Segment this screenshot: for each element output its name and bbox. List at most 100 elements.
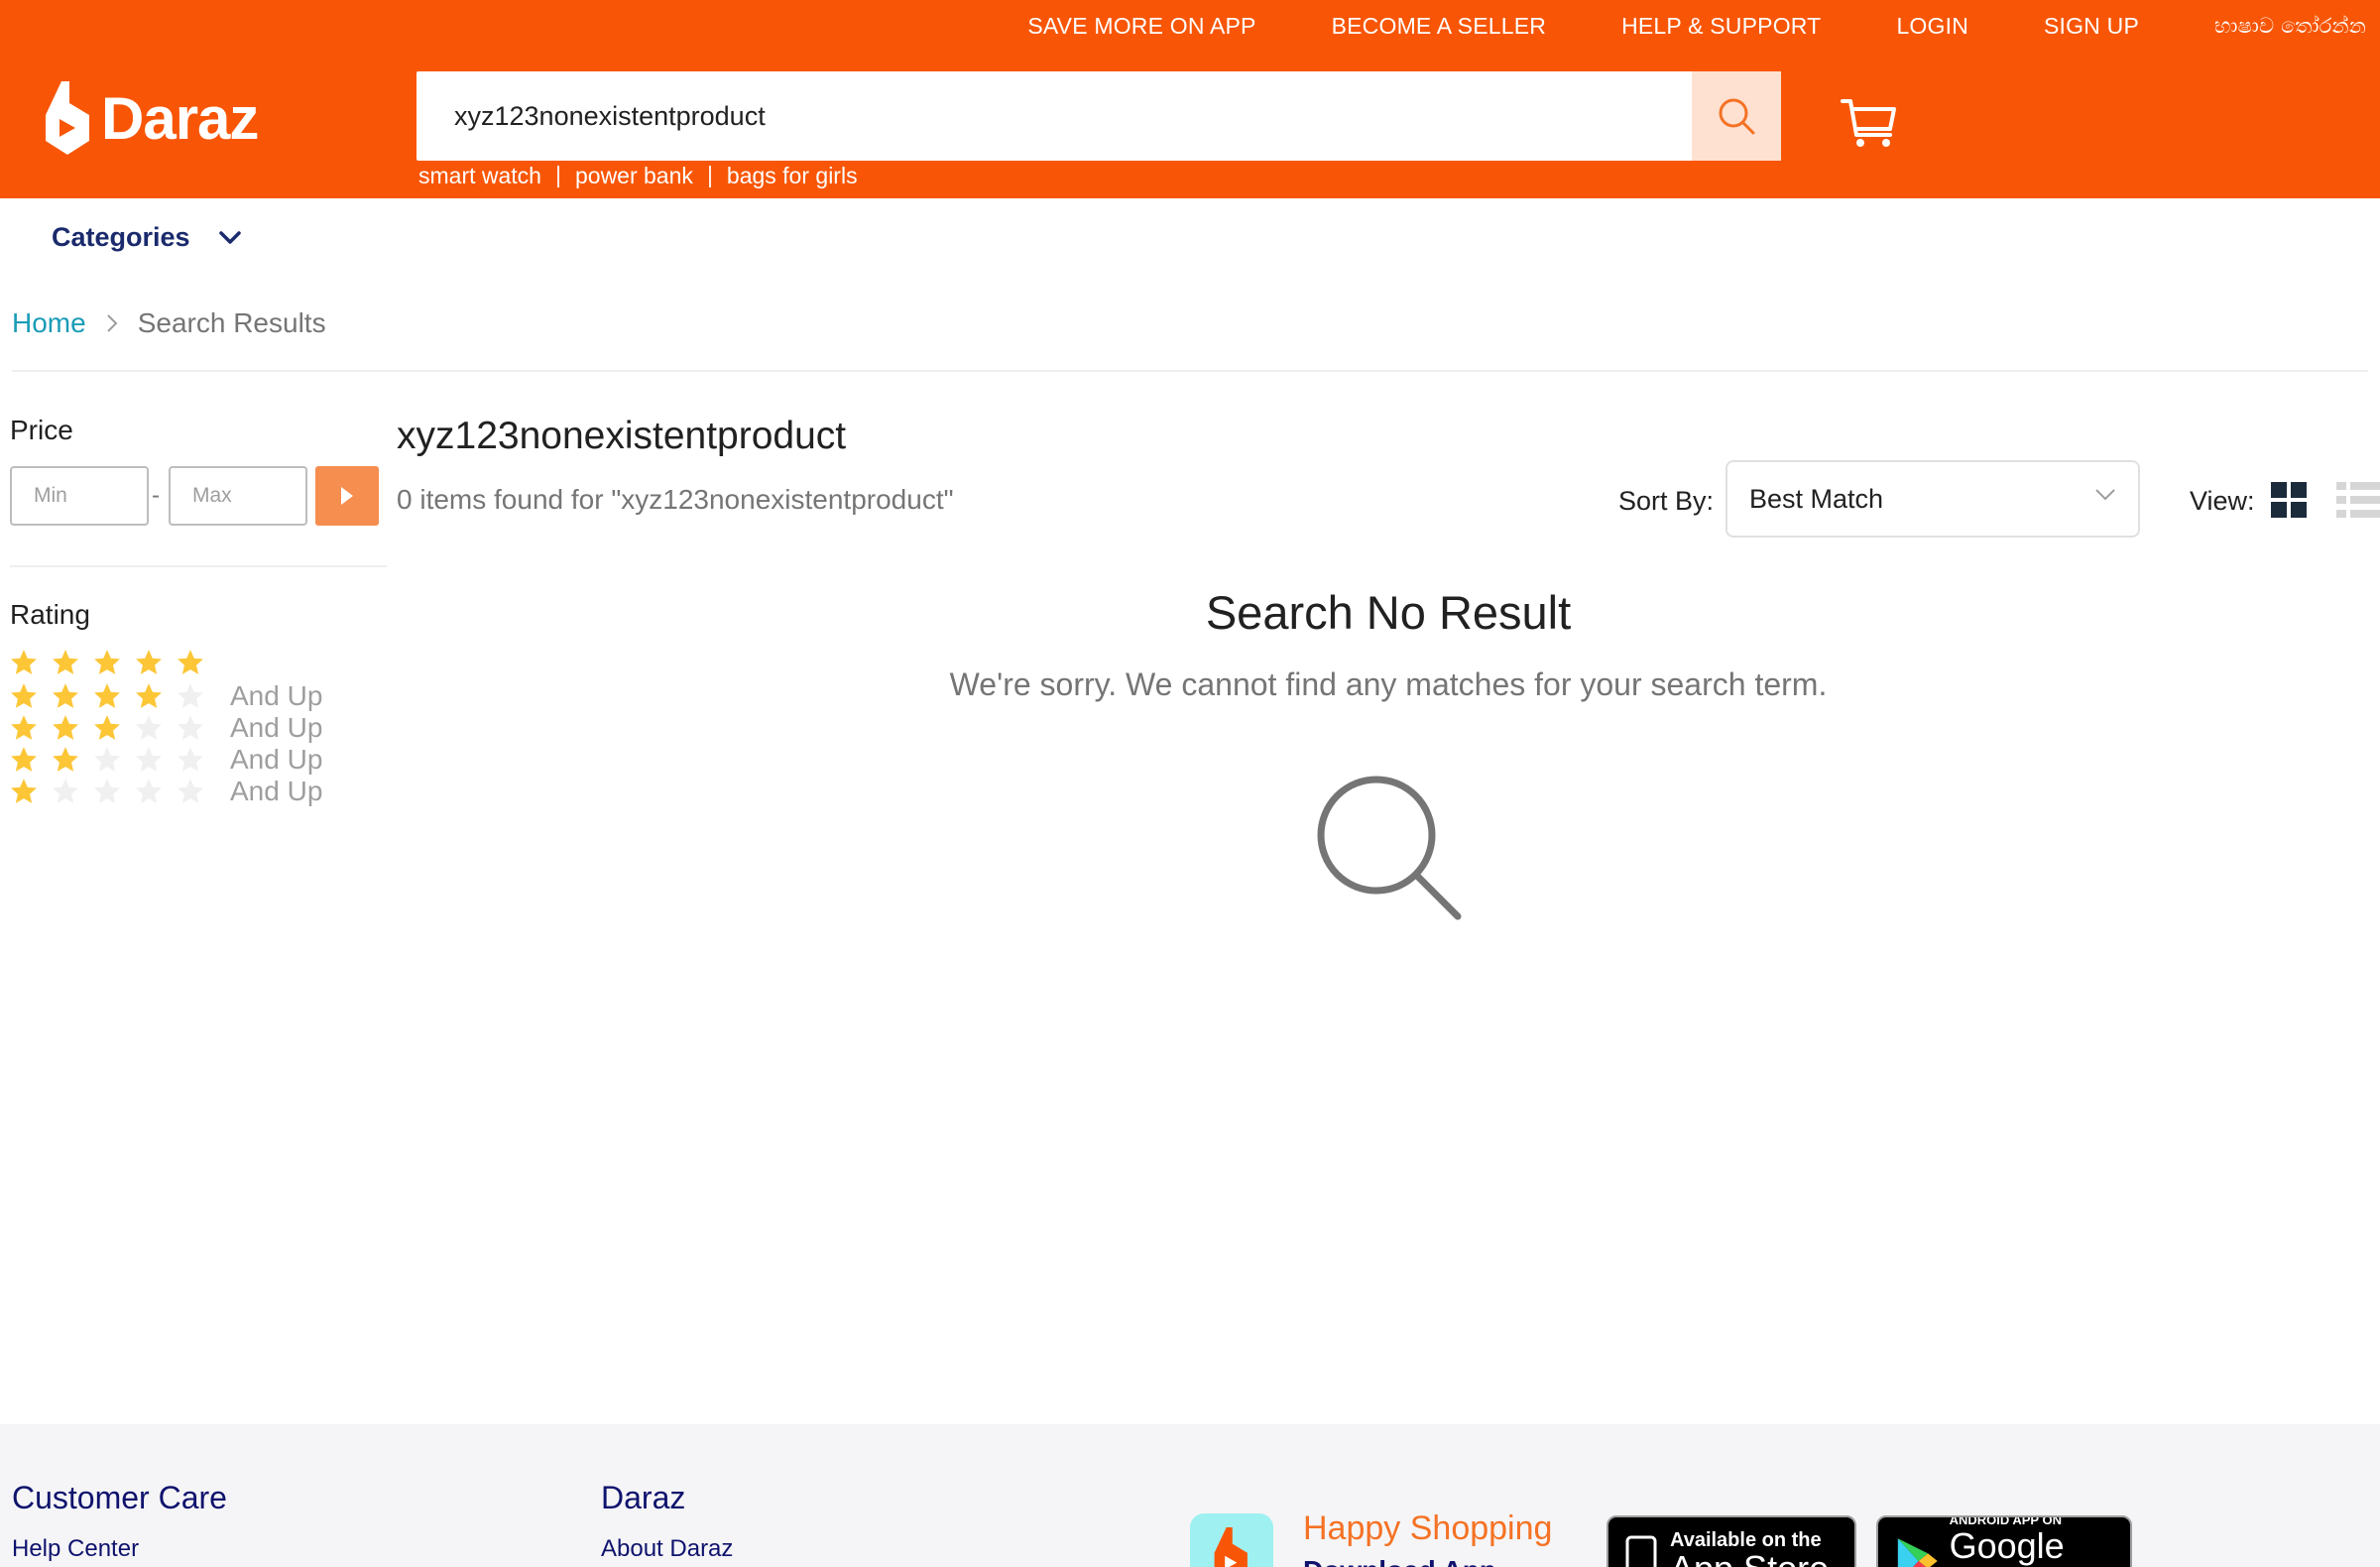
price-dash: - [152, 482, 160, 509]
breadcrumb: Home Search Results [12, 307, 326, 339]
nav-sign-up[interactable]: SIGN UP [2044, 13, 2139, 40]
star-filled-icon [53, 650, 78, 674]
app-store-badge[interactable]: Available on the App Store [1606, 1515, 1856, 1567]
breadcrumb-home-link[interactable]: Home [12, 307, 86, 339]
star-empty-icon [178, 715, 203, 740]
divider [12, 370, 2368, 372]
chevron-down-icon [2095, 489, 2115, 501]
price-min-input[interactable]: Min [10, 466, 149, 526]
chevron-down-icon [218, 230, 241, 244]
nav-become-a-seller[interactable]: BECOME A SELLER [1332, 13, 1546, 40]
rating-filter-title: Rating [10, 599, 90, 630]
rating-and-up-label: And Up [230, 776, 323, 806]
search-input[interactable]: xyz123nonexistentproduct [454, 101, 1692, 132]
footer-customer-care-title: Customer Care [12, 1480, 227, 1515]
star-filled-icon [94, 650, 120, 674]
play-icon [341, 487, 353, 505]
price-apply-button[interactable] [315, 466, 379, 526]
star-empty-icon [94, 747, 120, 772]
star-filled-icon [11, 779, 37, 803]
hot-keywords: smart watch power bank bags for girls [418, 163, 858, 189]
rating-filter-option[interactable]: And Up [10, 744, 322, 776]
top-nav: SAVE MORE ON APP BECOME A SELLER HELP & … [1027, 8, 2380, 44]
chevron-right-icon [106, 314, 118, 332]
site-header: SAVE MORE ON APP BECOME A SELLER HELP & … [0, 0, 2380, 198]
google-play-icon [1897, 1538, 1938, 1567]
divider [10, 565, 387, 567]
no-result-message: We're sorry. We cannot find any matches … [949, 666, 1828, 702]
cart-button[interactable] [1841, 97, 1898, 154]
search-button[interactable] [1692, 71, 1781, 161]
happy-shopping-text: Happy Shopping [1303, 1509, 1553, 1547]
daraz-logo-icon [46, 81, 89, 155]
star-filled-icon [53, 747, 78, 772]
star-empty-icon [178, 779, 203, 803]
star-filled-icon [94, 683, 120, 708]
categories-menu[interactable]: Categories [52, 222, 242, 253]
hot-keyword-link[interactable]: power bank [575, 163, 693, 189]
star-filled-icon [136, 683, 162, 708]
sort-dropdown[interactable]: Best Match [1726, 460, 2140, 538]
daraz-app-icon[interactable] [1190, 1513, 1273, 1567]
categories-label: Categories [52, 222, 190, 252]
breadcrumb-current: Search Results [137, 307, 326, 338]
rating-filter-option[interactable] [10, 647, 218, 678]
grid-view-icon[interactable] [2271, 482, 2307, 518]
nav-save-more-on-app[interactable]: SAVE MORE ON APP [1027, 13, 1255, 40]
star-filled-icon [178, 650, 203, 674]
divider [708, 165, 711, 187]
star-empty-icon [136, 779, 162, 803]
nav-language-select[interactable]: භාෂාව තෝරන්න [2214, 14, 2366, 39]
search-icon [1719, 98, 1755, 135]
star-filled-icon [11, 650, 37, 674]
star-filled-icon [94, 715, 120, 740]
daraz-logo[interactable]: Daraz [46, 81, 259, 155]
star-empty-icon [136, 747, 162, 772]
sort-selected-value: Best Match [1749, 483, 1884, 514]
rating-filter-option[interactable]: And Up [10, 712, 322, 744]
view-label: View: [2190, 486, 2255, 516]
star-filled-icon [11, 747, 37, 772]
search-query-title: xyz123nonexistentproduct [397, 415, 847, 457]
result-count: 0 items found for "xyz123nonexistentprod… [397, 484, 954, 515]
rating-and-up-label: And Up [230, 680, 323, 711]
site-footer: Customer Care Help Center Daraz About Da… [0, 1424, 2380, 1567]
rating-and-up-label: And Up [230, 712, 323, 743]
star-empty-icon [53, 779, 78, 803]
cart-icon [1841, 99, 1896, 147]
footer-about-daraz-link[interactable]: About Daraz [601, 1535, 733, 1563]
daraz-logo-icon [1214, 1527, 1248, 1567]
phone-icon [1625, 1535, 1657, 1567]
price-max-input[interactable]: Max [169, 466, 307, 526]
nav-login[interactable]: LOGIN [1896, 13, 1968, 40]
search-bar: xyz123nonexistentproduct [416, 71, 1781, 161]
footer-daraz-title: Daraz [601, 1480, 686, 1515]
google-play-badge[interactable]: ANDROID APP ON Google play [1876, 1515, 2132, 1567]
price-filter-title: Price [10, 415, 73, 445]
list-view-icon[interactable] [2336, 482, 2380, 518]
rating-filter-option[interactable]: And Up [10, 776, 322, 807]
logo-text: Daraz [101, 84, 259, 152]
divider [556, 165, 559, 187]
star-filled-icon [11, 683, 37, 708]
star-filled-icon [11, 715, 37, 740]
google-play-big-text: Google play [1949, 1525, 2065, 1567]
star-filled-icon [53, 715, 78, 740]
app-store-big-text: App Store [1670, 1551, 1829, 1567]
sort-label: Sort By: [1618, 486, 1715, 516]
star-filled-icon [53, 683, 78, 708]
footer-help-center-link[interactable]: Help Center [12, 1535, 139, 1563]
star-empty-icon [178, 683, 203, 708]
star-empty-icon [136, 715, 162, 740]
nav-help-support[interactable]: HELP & SUPPORT [1621, 13, 1821, 40]
star-empty-icon [178, 747, 203, 772]
download-app-text: Download App [1303, 1555, 1496, 1567]
no-result-title: Search No Result [1205, 586, 1572, 639]
star-empty-icon [94, 779, 120, 803]
rating-and-up-label: And Up [230, 744, 323, 775]
search-icon [1317, 776, 1462, 920]
hot-keyword-link[interactable]: bags for girls [727, 163, 858, 189]
hot-keyword-link[interactable]: smart watch [418, 163, 541, 189]
rating-filter-option[interactable]: And Up [10, 680, 322, 712]
star-filled-icon [136, 650, 162, 674]
